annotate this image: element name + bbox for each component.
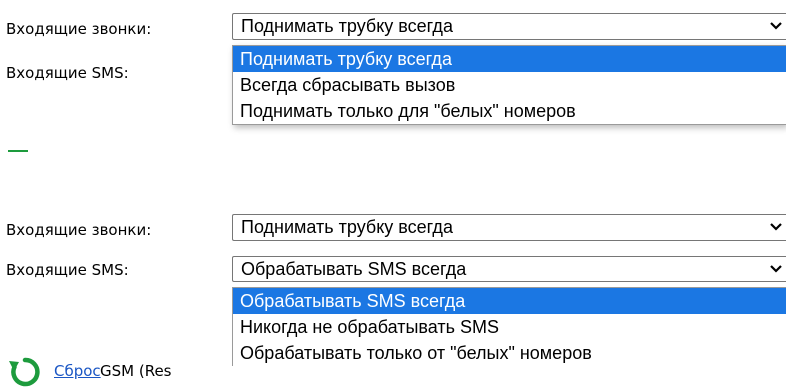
reset-gsm-link[interactable]: Сброс bbox=[54, 352, 101, 390]
select-value: Обрабатывать SMS всегда bbox=[241, 259, 467, 279]
incoming-calls-dropdown: Поднимать трубку всегда Всегда сбрасыват… bbox=[232, 45, 786, 125]
chevron-down-icon bbox=[770, 223, 782, 231]
incoming-sms-label: Входящие SMS: bbox=[6, 261, 129, 279]
select-value: Поднимать трубку всегда bbox=[241, 217, 453, 237]
dropdown-option[interactable]: Поднимать только для "белых" номеров bbox=[233, 98, 786, 124]
incoming-sms-select[interactable]: Обрабатывать SMS всегда bbox=[232, 256, 786, 282]
dropdown-option[interactable]: Поднимать трубку всегда bbox=[233, 46, 786, 72]
dropdown-option[interactable]: Всегда сбрасывать вызов bbox=[233, 72, 786, 98]
dropdown-option[interactable]: Никогда не обрабатывать SMS bbox=[233, 314, 786, 340]
dropdown-option[interactable]: Обрабатывать только от "белых" номеров bbox=[233, 340, 786, 366]
refresh-icon[interactable] bbox=[8, 356, 42, 388]
chevron-down-icon bbox=[770, 22, 782, 30]
select-value: Поднимать трубку всегда bbox=[241, 16, 453, 36]
divider-dash bbox=[8, 150, 28, 152]
dropdown-option[interactable]: Обрабатывать SMS всегда bbox=[233, 288, 786, 314]
incoming-sms-label: Входящие SMS: bbox=[6, 64, 129, 82]
reset-gsm-description: GSM (Res bbox=[100, 362, 172, 380]
incoming-sms-dropdown: Обрабатывать SMS всегда Никогда не обраб… bbox=[232, 287, 786, 366]
chevron-down-icon bbox=[770, 265, 782, 273]
incoming-calls-select[interactable]: Поднимать трубку всегда bbox=[232, 13, 786, 40]
incoming-calls-select[interactable]: Поднимать трубку всегда bbox=[232, 214, 786, 241]
incoming-calls-label: Входящие звонки: bbox=[6, 20, 152, 38]
incoming-calls-label: Входящие звонки: bbox=[6, 221, 152, 239]
